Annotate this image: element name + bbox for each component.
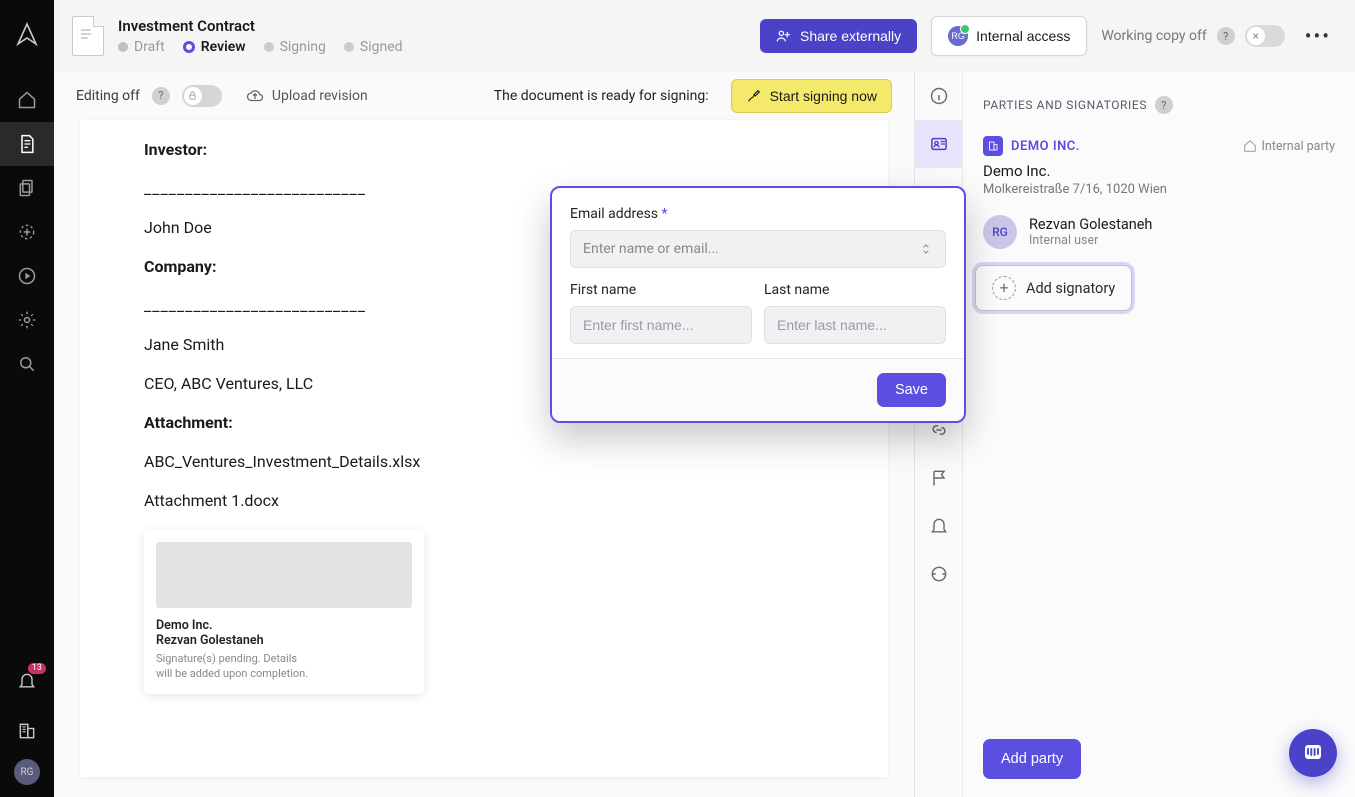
signatory-row[interactable]: RG Rezvan Golestaneh Internal user — [983, 215, 1335, 249]
start-signing-button[interactable]: Start signing now — [731, 79, 892, 113]
nav-notifications[interactable]: 13 — [0, 659, 54, 703]
panel-title: PARTIES AND SIGNATORIES ? — [983, 96, 1335, 114]
email-placeholder-text: Enter name or email... — [583, 241, 719, 257]
plus-icon: + — [992, 276, 1016, 300]
party-address: Molkereistraße 7/16, 1020 Wien — [983, 182, 1335, 197]
document-icon — [72, 16, 104, 56]
attachment-2: Attachment 1.docx — [144, 491, 824, 510]
step-signed[interactable]: Signed — [344, 39, 403, 55]
nav-document[interactable] — [0, 122, 54, 166]
nav-search[interactable] — [0, 342, 54, 386]
internal-access-avatar: RG — [948, 26, 968, 46]
parties-panel: PARTIES AND SIGNATORIES ? DEMO INC. Inte… — [962, 72, 1355, 797]
working-copy-control: Working copy off ? × — [1101, 25, 1284, 47]
upload-revision-label: Upload revision — [272, 88, 368, 104]
first-name-input[interactable] — [570, 306, 752, 344]
step-signing[interactable]: Signing — [264, 39, 326, 55]
nav-copies[interactable] — [0, 166, 54, 210]
rail-parties[interactable] — [915, 120, 962, 168]
notification-badge: 13 — [28, 663, 46, 674]
toggle-knob-icon: × — [1247, 27, 1265, 45]
save-button[interactable]: Save — [877, 373, 946, 407]
step-draft[interactable]: Draft — [118, 39, 165, 55]
share-button-label: Share externally — [800, 28, 901, 44]
party-icon — [983, 136, 1003, 156]
home-icon — [1243, 139, 1257, 153]
signatory-avatar: RG — [983, 215, 1017, 249]
signature-placeholder-box — [156, 542, 412, 608]
internal-access-label: Internal access — [976, 28, 1070, 44]
rail-info[interactable] — [915, 72, 962, 120]
chat-icon — [1301, 741, 1325, 765]
signature-card[interactable]: Demo Inc. Rezvan Golestaneh Signature(s)… — [144, 530, 424, 694]
signature-card-company: Demo Inc. — [156, 618, 412, 633]
rail-reminders[interactable] — [915, 502, 962, 550]
user-avatar[interactable]: RG — [14, 759, 40, 785]
rail-activity[interactable] — [915, 550, 962, 598]
share-externally-button[interactable]: Share externally — [760, 19, 917, 53]
editing-toggle[interactable] — [182, 85, 222, 107]
ready-for-signing-text: The document is ready for signing: — [494, 88, 709, 104]
nav-settings[interactable] — [0, 298, 54, 342]
right-icon-rail — [914, 72, 962, 797]
workflow-steps: Draft Review Signing Signed — [118, 39, 403, 55]
signature-card-person: Rezvan Golestaneh — [156, 633, 412, 648]
internal-access-button[interactable]: RG Internal access — [931, 16, 1087, 56]
first-name-label: First name — [570, 282, 752, 298]
nav-home[interactable] — [0, 78, 54, 122]
signatory-role: Internal user — [1029, 233, 1152, 248]
editing-help-icon[interactable]: ? — [152, 87, 170, 105]
document-header: Investment Contract Draft Review Signing… — [54, 0, 1355, 72]
left-nav-rail: 13 RG — [0, 0, 54, 797]
party-header[interactable]: DEMO INC. Internal party — [983, 136, 1335, 156]
signature-pending-line2: will be added upon completion. — [156, 667, 412, 682]
lock-icon — [184, 87, 202, 105]
working-copy-toggle[interactable]: × — [1245, 25, 1285, 47]
working-copy-label: Working copy off — [1101, 28, 1206, 44]
intercom-launcher[interactable] — [1289, 729, 1337, 777]
last-name-input[interactable] — [764, 306, 946, 344]
signatory-name: Rezvan Golestaneh — [1029, 216, 1152, 233]
start-signing-label: Start signing now — [770, 88, 877, 104]
chevron-updown-icon — [919, 242, 933, 256]
step-review[interactable]: Review — [183, 39, 246, 55]
nav-org[interactable] — [0, 709, 54, 753]
add-signatory-button[interactable]: + Add signatory — [975, 265, 1132, 311]
investor-label: Investor: — [144, 140, 824, 159]
editing-off-label: Editing off — [76, 88, 140, 104]
party-full-name: Demo Inc. — [983, 162, 1335, 180]
attachment-1: ABC_Ventures_Investment_Details.xlsx — [144, 452, 824, 471]
more-menu-button[interactable]: ••• — [1299, 24, 1337, 48]
panel-help-icon[interactable]: ? — [1155, 96, 1173, 114]
add-signatory-label: Add signatory — [1026, 280, 1115, 297]
add-signatory-popover: Email address * Enter name or email... F… — [550, 186, 966, 423]
upload-revision-button[interactable]: Upload revision — [246, 87, 368, 105]
last-name-label: Last name — [764, 282, 946, 298]
document-title: Investment Contract — [118, 17, 403, 35]
email-combobox[interactable]: Enter name or email... — [570, 230, 946, 268]
signature-pending-line1: Signature(s) pending. Details — [156, 652, 412, 667]
email-field-label: Email address * — [570, 206, 946, 222]
rail-flag[interactable] — [915, 454, 962, 502]
add-party-button[interactable]: Add party — [983, 739, 1081, 779]
nav-play[interactable] — [0, 254, 54, 298]
working-copy-help-icon[interactable]: ? — [1217, 27, 1235, 45]
app-logo — [15, 20, 39, 48]
party-tag: DEMO INC. — [1011, 139, 1080, 154]
nav-add[interactable] — [0, 210, 54, 254]
document-toolbar: Editing off ? Upload revision The docume… — [54, 72, 914, 120]
internal-party-tag: Internal party — [1243, 139, 1335, 154]
